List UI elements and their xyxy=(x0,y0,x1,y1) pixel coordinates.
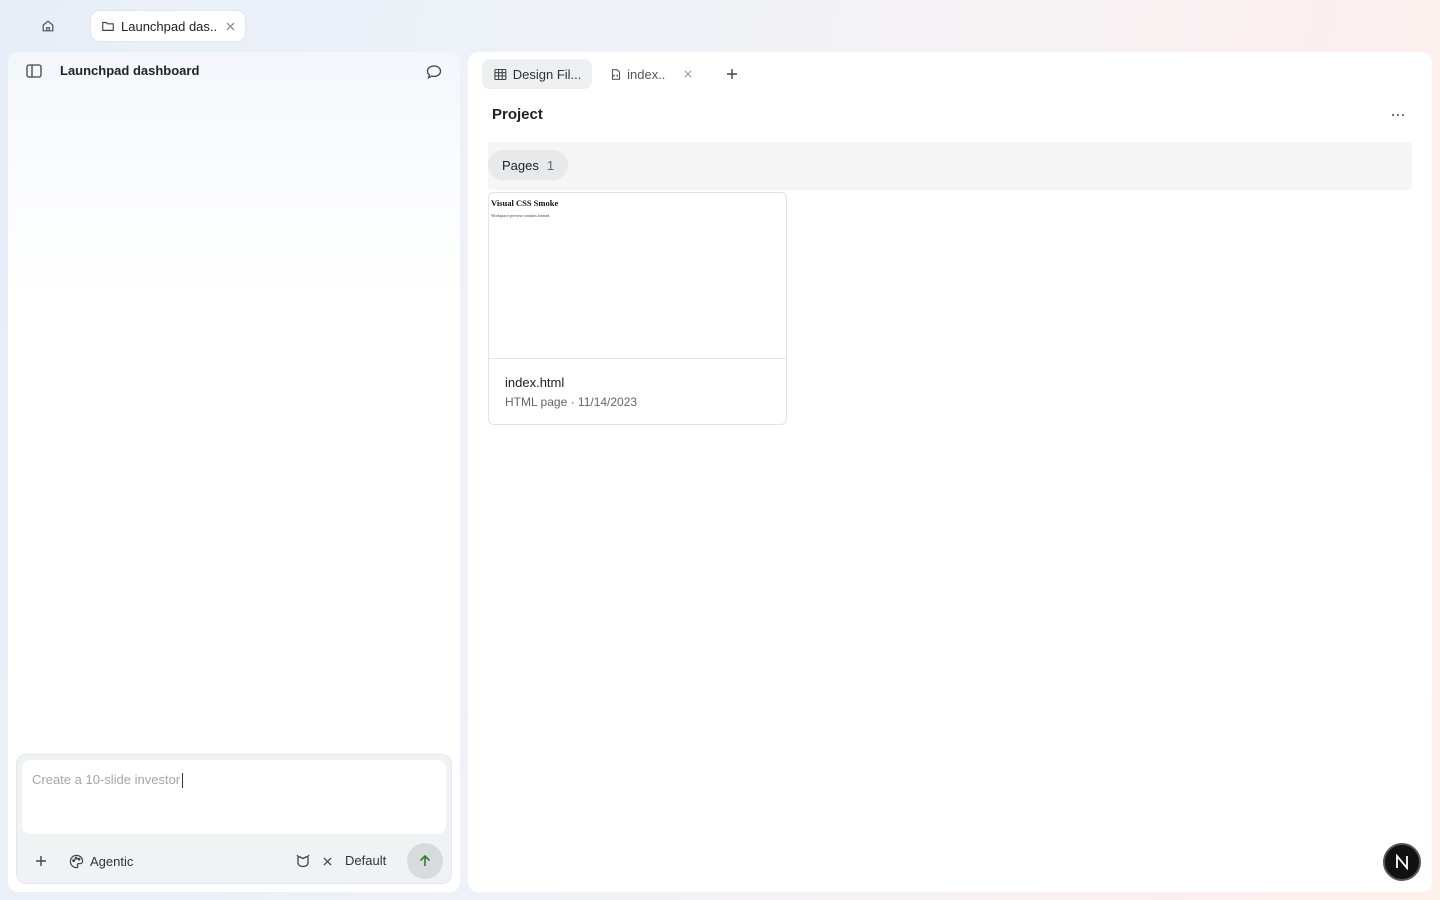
plus-icon xyxy=(727,69,737,79)
preview-subtitle: Workspace preview contains framed. xyxy=(491,213,551,218)
preview-title: Visual CSS Smoke xyxy=(491,198,559,208)
sidebar-icon xyxy=(26,64,42,78)
top-tab-launchpad[interactable]: Launchpad das... xyxy=(91,11,245,41)
file-preview: Visual CSS Smoke Workspace preview conta… xyxy=(489,193,786,359)
model-selector[interactable]: Default xyxy=(345,851,386,871)
close-tab-button[interactable] xyxy=(682,67,694,81)
bot-icon xyxy=(296,854,310,868)
file-meta: HTML page · 11/14/2023 xyxy=(505,395,638,409)
palette-icon xyxy=(69,854,84,868)
mode-selector[interactable]: Agentic xyxy=(65,849,137,873)
text-caret xyxy=(182,773,184,789)
tab-label: Design Fil... xyxy=(512,66,580,82)
send-button[interactable] xyxy=(407,843,443,879)
agent-button[interactable] xyxy=(293,851,313,871)
home-button[interactable] xyxy=(34,12,62,40)
file-name: index.html xyxy=(505,375,565,390)
add-tab-button[interactable] xyxy=(722,64,742,84)
prompt-text: Create a 10-slide investor xyxy=(32,772,181,787)
folder-icon xyxy=(102,21,114,31)
sidebar-toggle-button[interactable] xyxy=(24,62,44,80)
top-tab-label: Launchpad das... xyxy=(121,18,217,34)
chat-panel: Launchpad dashboard Create a 10-slide in… xyxy=(8,52,460,892)
top-bar: Launchpad das... xyxy=(0,0,1440,52)
prompt-composer: Create a 10-slide investor Agentic Defau… xyxy=(16,754,452,884)
filter-count: 1 xyxy=(546,157,555,173)
close-tab-button[interactable] xyxy=(223,19,237,33)
workspace-panel: Design Fil... index.... Project Pages 1 … xyxy=(468,52,1432,892)
composer-toolbar: Agentic Default xyxy=(17,843,453,879)
arrow-up-icon xyxy=(419,854,431,866)
mode-label: Agentic xyxy=(90,853,134,869)
plus-icon xyxy=(36,856,46,866)
close-icon xyxy=(322,856,332,866)
close-icon xyxy=(225,21,235,31)
chat-title: Launchpad dashboard xyxy=(60,63,200,78)
filter-bar: Pages 1 xyxy=(488,142,1412,190)
more-horizontal-icon xyxy=(1391,113,1405,117)
tab-design-files[interactable]: Design Fil... xyxy=(482,59,592,89)
close-icon xyxy=(684,70,692,78)
file-card[interactable]: Visual CSS Smoke Workspace preview conta… xyxy=(488,192,787,425)
chat-header: Launchpad dashboard xyxy=(8,52,460,90)
attach-button[interactable] xyxy=(31,851,51,871)
tab-index-html[interactable]: index.... xyxy=(602,59,702,89)
more-options-button[interactable] xyxy=(1386,104,1410,126)
chat-history-button[interactable] xyxy=(424,62,444,82)
filter-label: Pages xyxy=(502,157,539,173)
chat-bubble-icon xyxy=(426,65,442,80)
html-file-icon xyxy=(611,68,620,80)
prompt-input[interactable]: Create a 10-slide investor xyxy=(22,760,446,834)
app-badge-button[interactable] xyxy=(1383,843,1421,881)
n-logo-icon xyxy=(1396,854,1408,870)
clear-agent-button[interactable] xyxy=(319,851,335,871)
tab-label: index.... xyxy=(627,66,666,82)
section-title: Project xyxy=(492,106,543,123)
filter-chip-pages[interactable]: Pages 1 xyxy=(488,150,569,180)
table-icon xyxy=(494,68,507,80)
home-icon xyxy=(42,20,54,32)
